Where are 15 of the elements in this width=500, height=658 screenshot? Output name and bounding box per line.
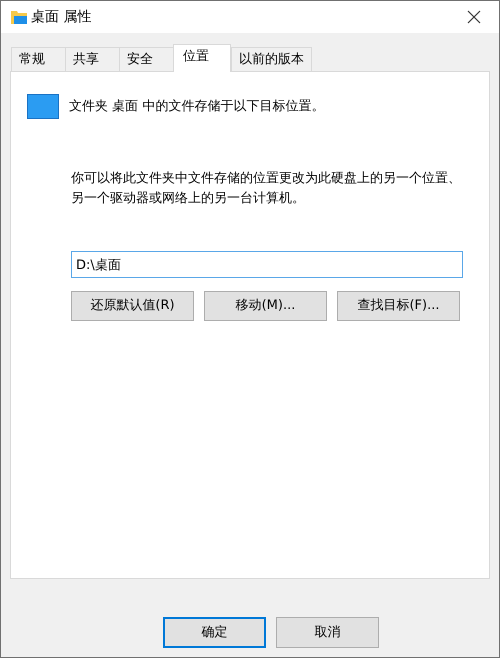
- description-text: 你可以将此文件夹中文件存储的位置更改为此硬盘上的另一个位置、另一个驱动器或网络上的另一台计算机。: [71, 170, 462, 208]
- header-text: 文件夹 桌面 中的文件存储于以下目标位置。: [69, 98, 324, 116]
- action-button[interactable]: 还原默认值(R): [71, 291, 194, 321]
- tab[interactable]: 常规: [11, 47, 66, 71]
- tab[interactable]: 位置: [173, 44, 231, 72]
- tab[interactable]: 以前的版本: [231, 47, 312, 71]
- action-button[interactable]: 查找目标(F)...: [337, 291, 460, 321]
- dialog-button[interactable]: 取消: [276, 617, 379, 648]
- path-field[interactable]: D:\桌面: [71, 251, 463, 278]
- close-icon[interactable]: [467, 10, 481, 24]
- window-title: 桌面 属性: [31, 8, 92, 26]
- action-button[interactable]: 移动(M)...: [204, 291, 327, 321]
- dialog-button[interactable]: 确定: [163, 617, 266, 648]
- folder-icon: [11, 10, 27, 24]
- desktop-icon: [27, 94, 59, 119]
